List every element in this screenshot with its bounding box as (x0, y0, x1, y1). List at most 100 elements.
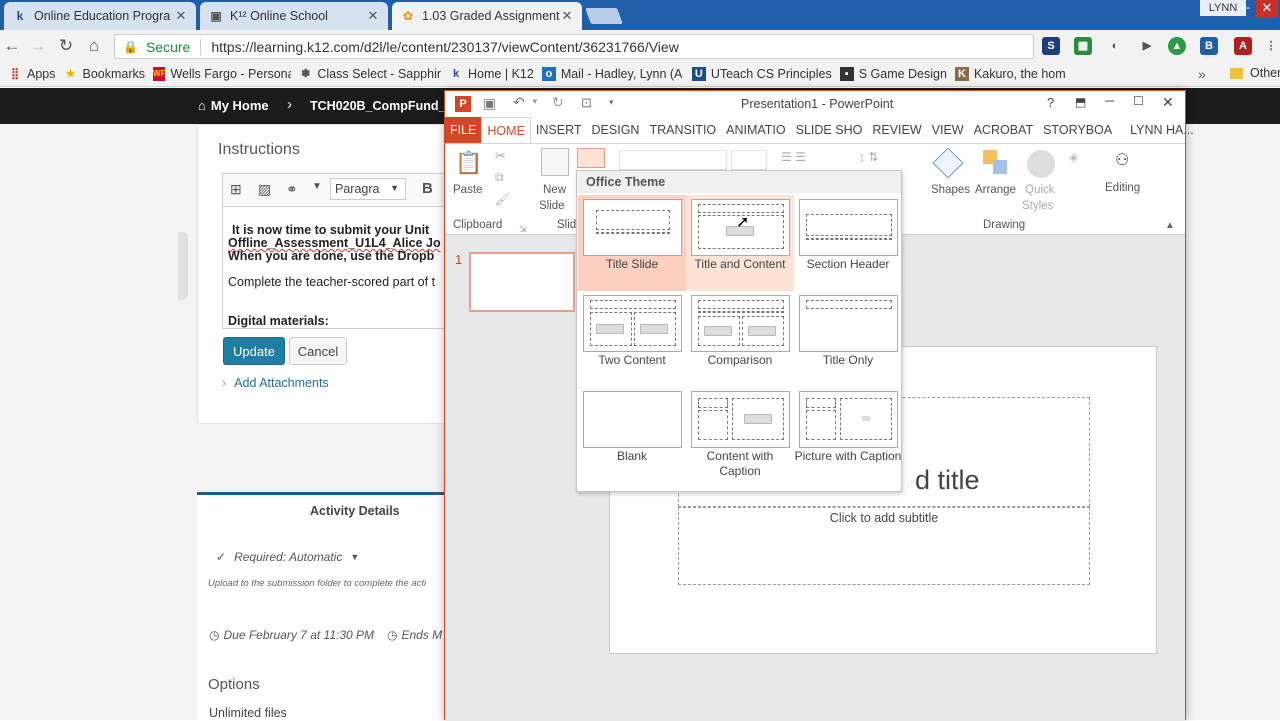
insert-image-icon[interactable]: ▨ (258, 181, 271, 198)
clipboard-launcher-icon[interactable]: ⇲ (519, 224, 527, 235)
ppt-minimize-icon[interactable]: ─ (1105, 93, 1114, 108)
tab-acrobat[interactable]: ACROBAT (969, 123, 1039, 137)
extension-new-icon[interactable]: B (1200, 37, 1218, 55)
extension-drive-icon[interactable]: ▲ (1168, 37, 1186, 55)
collapse-handle[interactable] (178, 232, 188, 300)
save-icon[interactable]: ▣ (483, 95, 496, 112)
new-slide-label-2[interactable]: Slide (539, 200, 565, 212)
bold-button[interactable]: B (422, 180, 433, 197)
subtitle-placeholder[interactable]: Click to add subtitle (678, 507, 1090, 585)
extension-play-icon[interactable]: ▶ (1138, 37, 1156, 55)
layout-title-slide[interactable]: Title Slide (578, 195, 686, 291)
required-status[interactable]: ✓ Required: Automatic ▼ (216, 550, 359, 564)
collapse-ribbon-icon[interactable]: ▲ (1165, 220, 1175, 231)
quick-label[interactable]: Quick (1025, 184, 1054, 196)
resize-grip-icon[interactable]: ⋰ (907, 479, 915, 488)
layout-title-only[interactable]: Title Only (794, 291, 902, 387)
bookmark-mail[interactable]: o Mail - Hadley, Lynn (A (541, 67, 684, 81)
paste-icon[interactable]: 📋 (455, 150, 482, 176)
styles-label[interactable]: Styles (1022, 200, 1053, 212)
line-spacing-icon[interactable]: ↕ ⇅ (859, 150, 878, 164)
customize-qat-icon[interactable]: ▾ (609, 97, 614, 108)
cut-icon[interactable]: ✂ (495, 148, 506, 164)
maximize-icon[interactable] (1236, 0, 1258, 18)
close-window-icon[interactable]: ✕ (1256, 0, 1278, 18)
bookmark-game-design[interactable]: ▪ S Game Design (839, 67, 947, 81)
slide-thumbnail[interactable] (469, 252, 575, 312)
tab-design[interactable]: DESIGN (587, 123, 645, 137)
tab-home[interactable]: HOME (481, 117, 531, 143)
shapes-label[interactable]: Shapes (931, 184, 970, 196)
layout-title-and-content[interactable]: Title and Content (686, 195, 794, 291)
insert-link-icon[interactable]: ⚭ (286, 181, 298, 198)
undo-icon[interactable]: ↶ (513, 94, 525, 111)
browser-tab-k12[interactable]: k Online Education Progra ✕ (4, 2, 196, 30)
bullets-icon[interactable]: ☰ ☰ (781, 150, 806, 164)
editor-body[interactable]: It is now time to submit your Unit Offli… (222, 207, 446, 329)
browser-tab-assignment[interactable]: ✿ 1.03 Graded Assignment ✕ (392, 2, 582, 30)
ppt-close-icon[interactable]: ✕ (1162, 94, 1174, 111)
layout-blank[interactable]: Blank (578, 387, 686, 483)
shape-fill-icon[interactable]: ◈ (1069, 150, 1078, 164)
address-bar[interactable]: 🔒 Secure https://learning.k12.com/d2l/le… (114, 34, 1034, 59)
font-select[interactable] (619, 150, 727, 170)
layout-two-content[interactable]: Two Content (578, 291, 686, 387)
format-painter-icon[interactable]: 🖌 (495, 192, 510, 206)
bookmark-home-k12[interactable]: k Home | K12 (449, 67, 534, 81)
tab-review[interactable]: REVIEW (867, 123, 926, 137)
new-slide-label-1[interactable]: New (543, 184, 566, 196)
copy-icon[interactable]: ⧉ (495, 170, 504, 185)
extension-s-icon[interactable]: S (1042, 37, 1060, 55)
acrobat-icon[interactable]: A (1234, 37, 1252, 55)
tab-view[interactable]: VIEW (927, 123, 969, 137)
tab-slide-show[interactable]: SLIDE SHO (791, 123, 868, 137)
ribbon-display-options-icon[interactable]: ⬒ (1075, 95, 1086, 109)
shapes-icon[interactable] (932, 147, 964, 179)
course-link[interactable]: TCH020B_CompFund_S (310, 99, 444, 113)
layout-content-with-caption[interactable]: Content with Caption (686, 387, 794, 483)
layout-section-header[interactable]: Section Header (794, 195, 902, 291)
undo-dropdown-icon[interactable]: ▼ (531, 97, 539, 106)
close-tab-icon[interactable]: ✕ (174, 8, 188, 24)
quick-styles-icon[interactable] (1027, 150, 1055, 178)
new-slide-icon[interactable] (541, 148, 569, 176)
help-icon[interactable]: ? (1047, 95, 1054, 110)
reload-icon[interactable]: ↻ (56, 36, 76, 56)
bookmarks-overflow-icon[interactable]: » (1198, 66, 1206, 82)
my-home-link[interactable]: ⌂ My Home (198, 98, 269, 113)
tab-insert[interactable]: INSERT (531, 123, 587, 137)
account-name[interactable]: LYNN HA... (1125, 123, 1199, 137)
new-tab-button[interactable] (585, 8, 623, 24)
bookmark-apps[interactable]: ⣿ Apps (8, 67, 56, 81)
extension-audio-icon[interactable]: ◐ (1106, 37, 1124, 55)
layout-picture-with-caption[interactable]: Picture with Caption (794, 387, 902, 483)
close-tab-icon[interactable]: ✕ (366, 8, 380, 24)
forward-icon[interactable]: → (28, 36, 48, 56)
back-icon[interactable]: ← (2, 36, 22, 56)
add-attachments-link[interactable]: › Add Attachments (222, 376, 329, 390)
tab-file[interactable]: FILE (445, 117, 482, 143)
start-from-beginning-icon[interactable]: ⊡ (581, 95, 592, 111)
bookmark-kakuro[interactable]: K Kakuro, the hom (954, 67, 1105, 81)
insert-stuff-icon[interactable]: ⊞ (230, 181, 242, 198)
bookmark-wells-fargo[interactable]: WF Wells Fargo - Persona (153, 67, 291, 81)
menu-icon[interactable]: ⋮ (1262, 37, 1280, 55)
bookmark-bookmarks[interactable]: ★ Bookmarks (64, 67, 145, 81)
close-tab-icon[interactable]: ✕ (560, 8, 574, 24)
editing-label[interactable]: Editing (1105, 182, 1140, 194)
arrange-label[interactable]: Arrange (975, 184, 1016, 196)
dropdown-arrow-icon[interactable]: ▼ (312, 181, 322, 192)
bookmark-class-select[interactable]: ✽ Class Select - Sapphir (299, 67, 441, 81)
update-button[interactable]: Update (223, 337, 285, 365)
bookmark-uteach[interactable]: U UTeach CS Principles (691, 67, 832, 81)
arrange-icon[interactable] (983, 150, 1009, 176)
layout-button[interactable] (577, 148, 605, 168)
redo-icon[interactable]: ↻ (552, 94, 564, 111)
font-size-select[interactable] (731, 150, 767, 170)
binoculars-icon[interactable]: ⚇ (1115, 150, 1129, 170)
tab-storyboard[interactable]: STORYBOA (1038, 123, 1117, 137)
tab-transitions[interactable]: TRANSITIO (644, 123, 721, 137)
home-icon[interactable]: ⌂ (84, 36, 104, 56)
paragraph-format-select[interactable]: Paragra ▼ (330, 178, 406, 200)
ppt-maximize-icon[interactable]: ☐ (1133, 94, 1144, 108)
